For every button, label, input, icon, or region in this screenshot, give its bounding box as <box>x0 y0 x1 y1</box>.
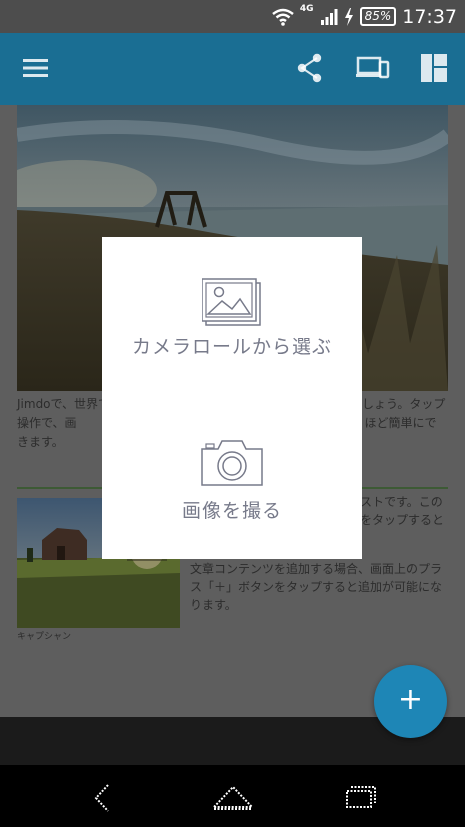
recent-apps-icon[interactable] <box>345 783 377 811</box>
wifi-icon <box>272 8 294 26</box>
body-text-3: 文章コンテンツを追加する場合、画面上のプラス「＋」ボタンをタップすると追加が可能… <box>190 562 443 612</box>
add-content-button[interactable]: + <box>374 665 447 738</box>
signal-icon <box>320 8 338 25</box>
take-photo-option[interactable]: 画像を撮る <box>102 437 362 523</box>
home-icon[interactable] <box>212 781 254 811</box>
take-photo-label: 画像を撮る <box>181 500 282 522</box>
status-bar: 4G 85% 17:37 <box>0 0 465 33</box>
charging-icon <box>344 7 353 26</box>
share-icon[interactable] <box>297 53 323 83</box>
image-gallery-icon <box>201 278 261 326</box>
back-icon[interactable] <box>92 783 112 813</box>
status-icons: 4G 85% 17:37 <box>272 0 457 33</box>
system-nav-bar <box>0 765 465 827</box>
image-caption: キャプシャン <box>17 632 72 642</box>
camera-roll-label: カメラロールから選ぶ <box>131 336 332 358</box>
network-type: 4G <box>299 4 314 14</box>
choose-from-camera-roll-option[interactable]: カメラロールから選ぶ <box>102 277 362 359</box>
layout-icon[interactable] <box>421 54 447 82</box>
image-source-dialog: カメラロールから選ぶ 画像を撮る <box>102 237 362 559</box>
device-preview-icon[interactable] <box>356 55 390 81</box>
hamburger-menu-icon[interactable] <box>23 57 49 79</box>
battery-indicator: 85% <box>359 7 397 26</box>
status-time: 17:37 <box>402 5 457 28</box>
camera-icon <box>201 440 263 486</box>
app-bar <box>0 33 465 105</box>
